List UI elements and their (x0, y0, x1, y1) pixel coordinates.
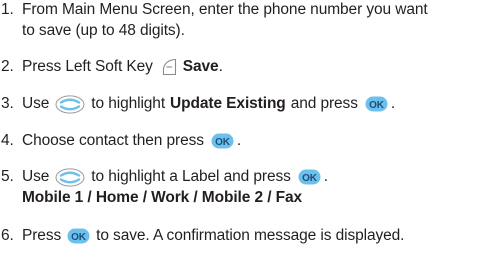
step-1-line-2: to save (up to 48 digits). (22, 21, 185, 41)
step-5-line-2: Mobile 1 / Home / Work / Mobile 2 / Fax (22, 188, 302, 208)
step-text: . (323, 168, 328, 185)
ok-key-icon: OK (365, 96, 388, 112)
step-4-line: Choose contact then press OK . (22, 131, 241, 151)
step-text: Use (22, 95, 50, 112)
step-text: Press Left Soft Key (22, 58, 153, 75)
step-text: to highlight (91, 95, 166, 112)
step-6-line: Press OK to save. A confirmation message… (22, 226, 404, 246)
step-number: 2. (1, 58, 14, 75)
left-soft-key-icon (162, 58, 176, 76)
step-text: to save. A confirmation message is displ… (96, 227, 405, 244)
save-label: Save (182, 58, 219, 75)
ok-key-icon: OK (211, 133, 234, 149)
step-text: to save (up to 48 digits). (22, 22, 185, 39)
step-number: 1. (1, 1, 14, 18)
ok-key-icon: OK (67, 228, 90, 244)
step-text: . (218, 58, 223, 75)
step-text: and press (290, 95, 358, 112)
instruction-page: 1. From Main Menu Screen, enter the phon… (0, 0, 478, 256)
step-text: From Main Menu Screen, enter the phone n… (22, 1, 428, 18)
step-3-line: Use to highlight Update Existing and pre… (22, 94, 395, 114)
step-text: . (390, 95, 396, 112)
svg-text:OK: OK (302, 173, 318, 184)
step-number: 6. (1, 227, 14, 244)
step-text: . (236, 132, 242, 149)
step-text: Use (22, 168, 50, 185)
svg-text:OK: OK (71, 232, 87, 243)
svg-text:OK: OK (215, 137, 231, 148)
step-number: 5. (1, 168, 14, 185)
step-number: 3. (1, 95, 14, 112)
update-existing-label: Update Existing (170, 95, 286, 112)
step-5-line-1: Use to highlight a Label and press OK . (22, 167, 328, 187)
step-text: Press (22, 227, 62, 244)
navigation-key-icon (55, 94, 85, 114)
step-2-line: Press Left Soft Key Save . (22, 57, 223, 77)
step-text: Choose contact then press (22, 132, 204, 149)
step-text: to highlight a Label and press (91, 168, 291, 185)
step-1-line-1: From Main Menu Screen, enter the phone n… (22, 0, 428, 20)
label-options: Mobile 1 / Home / Work / Mobile 2 / Fax (22, 189, 303, 206)
step-number: 4. (1, 132, 14, 149)
svg-text:OK: OK (369, 100, 385, 111)
navigation-key-icon (55, 167, 85, 187)
ok-key-icon: OK (298, 169, 321, 185)
